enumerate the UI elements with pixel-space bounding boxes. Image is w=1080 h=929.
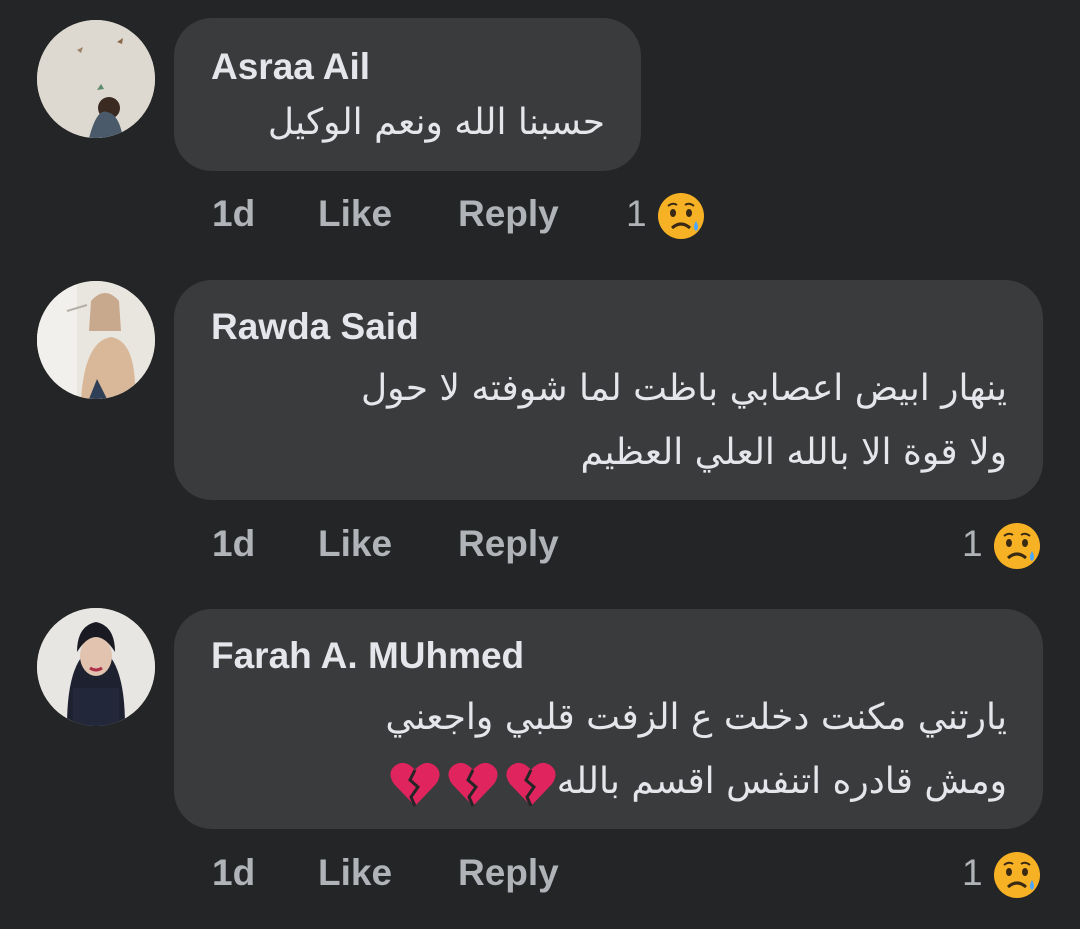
broken-heart-icon [390,762,440,807]
comment-timestamp[interactable]: 1d [212,193,255,235]
comment-timestamp[interactable]: 1d [212,523,255,565]
like-button[interactable]: Like [318,193,392,235]
comment-text-line: ينهار ابيض اعصابي باظت لما شوفته لا حول [360,368,1007,409]
like-button[interactable]: Like [318,523,392,565]
avatar[interactable] [37,608,155,726]
comment-text-line: ولا قوة الا بالله العلي العظيم [580,432,1007,473]
sad-face-icon [994,523,1040,569]
reply-button[interactable]: Reply [458,852,559,894]
reaction-count: 1 [962,852,983,893]
reaction-count: 1 [626,193,647,234]
reply-button[interactable]: Reply [458,523,559,565]
sad-face-icon [658,193,704,239]
comment-bubble[interactable]: Rawda Said ينهار ابيض اعصابي باظت لما شو… [174,280,1043,500]
comment-text-line: يارتني مكنت دخلت ع الزفت قلبي واجعني [385,697,1007,738]
comment-author[interactable]: Rawda Said [211,306,419,348]
comments-thread: Asraa Ail حسبنا الله ونعم الوكيل 1d Like… [0,0,1080,929]
comment-author[interactable]: Farah A. MUhmed [211,635,524,677]
comment-author[interactable]: Asraa Ail [211,46,370,88]
reaction-count: 1 [962,523,983,564]
reaction-summary[interactable]: 1 [962,852,1046,902]
avatar[interactable] [37,281,155,399]
broken-hearts [383,754,557,812]
broken-heart-icon [506,762,556,807]
comment-text-line: حسبنا الله ونعم الوكيل [267,102,605,143]
sad-face-icon [994,852,1040,898]
avatar[interactable] [37,20,155,138]
reaction-summary[interactable]: 1 [962,523,1046,573]
comment-text-line: ومش قادره اتنفس اقسم بالله [556,761,1007,802]
broken-heart-icon [448,762,498,807]
reaction-summary[interactable]: 1 [626,193,710,243]
reply-button[interactable]: Reply [458,193,559,235]
like-button[interactable]: Like [318,852,392,894]
comment-text-line-with-emoji: ومش قادره اتنفس اقسم بالله [363,753,1007,812]
comment-bubble[interactable]: Asraa Ail حسبنا الله ونعم الوكيل [174,18,641,171]
comment-timestamp[interactable]: 1d [212,852,255,894]
comment-bubble[interactable]: Farah A. MUhmed يارتني مكنت دخلت ع الزفت… [174,609,1043,829]
